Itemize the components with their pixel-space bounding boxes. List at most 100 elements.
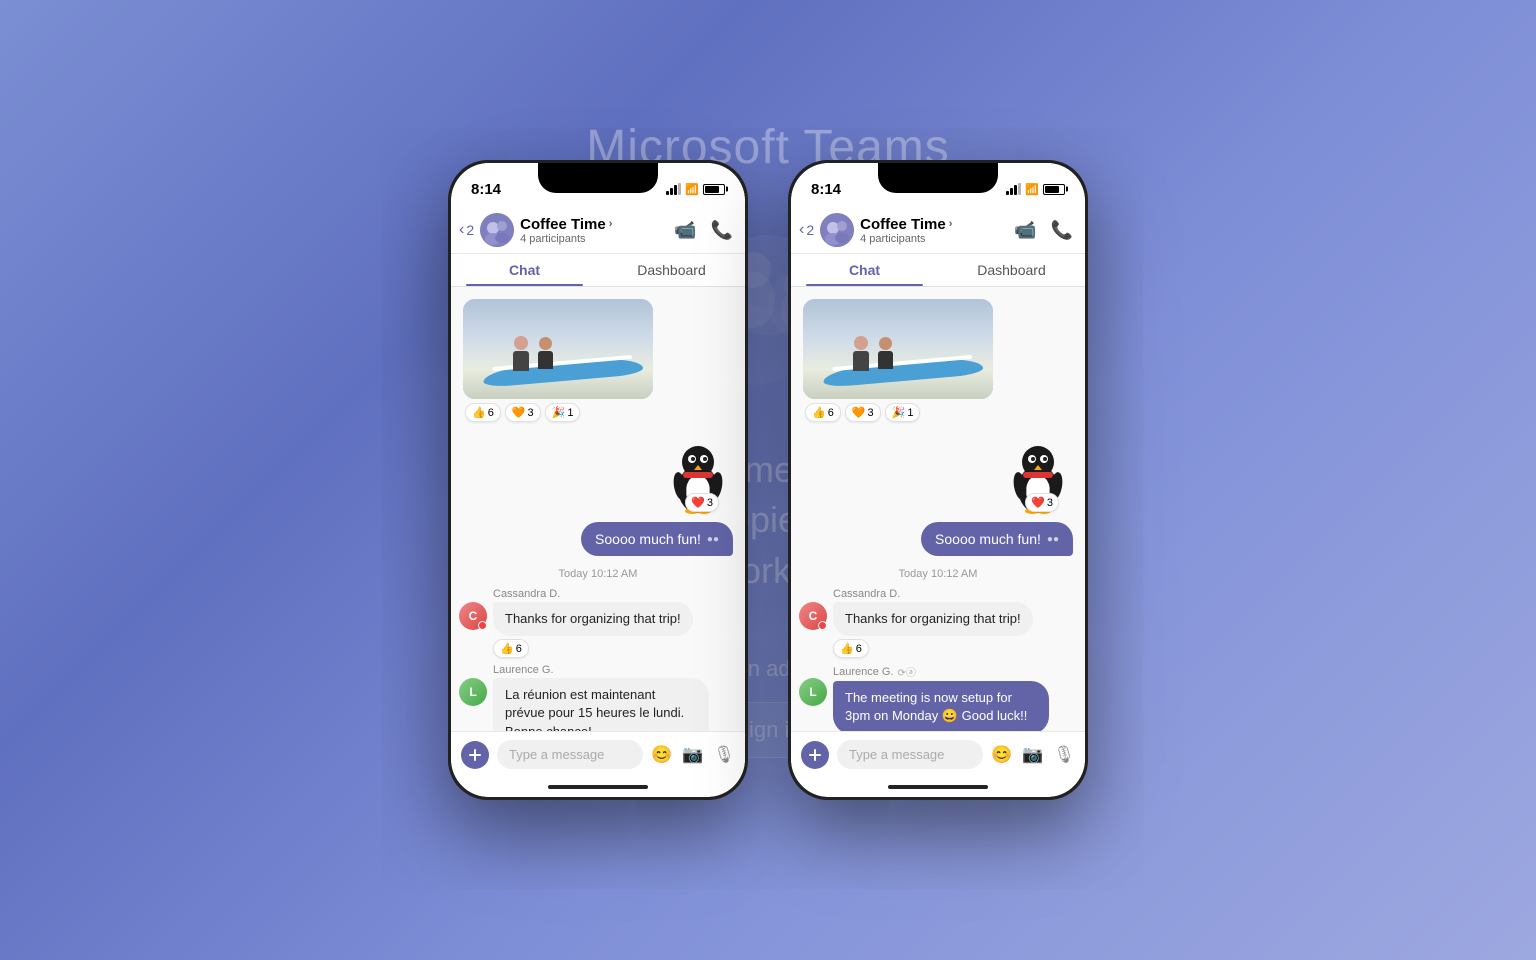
laurence-sender-right: Laurence G. ⟳ⓐ bbox=[833, 664, 1073, 679]
cassandra-reaction-left[interactable]: 👍6 bbox=[493, 639, 529, 658]
video-icon-left[interactable]: 📹 bbox=[674, 220, 696, 241]
sent-status-left: ●● bbox=[707, 534, 719, 545]
phones-container: 8:14 📶 ‹ bbox=[448, 160, 1088, 800]
back-chevron-left: ‹ bbox=[459, 221, 464, 239]
cassandra-sender-left: Cassandra D. bbox=[493, 588, 733, 600]
back-button-left[interactable]: ‹ 2 bbox=[459, 221, 474, 239]
wifi-icon-right: 📶 bbox=[1025, 183, 1039, 196]
reaction-party-left[interactable]: 🎉1 bbox=[545, 403, 581, 422]
add-button-left[interactable] bbox=[461, 741, 489, 769]
camera-icon-left[interactable]: 📷 bbox=[682, 745, 703, 765]
group-avatar-left[interactable] bbox=[480, 213, 514, 247]
input-bar-right: Type a message 😊 📷 🎙 bbox=[791, 731, 1085, 777]
laurence-msg-left: L Laurence G. La réunion est maintenant … bbox=[451, 662, 745, 731]
camera-icon-right[interactable]: 📷 bbox=[1022, 745, 1043, 765]
sticker-reaction-left[interactable]: ❤️3 bbox=[685, 493, 719, 512]
header-actions-right: 📹 📞 bbox=[1014, 220, 1073, 241]
tab-chat-right[interactable]: Chat bbox=[791, 254, 938, 286]
back-chevron-right: ‹ bbox=[799, 221, 804, 239]
emoji-icon-right[interactable]: 😊 bbox=[991, 745, 1012, 765]
cassandra-bubble-left: Thanks for organizing that trip! bbox=[493, 602, 693, 636]
header-info-left: Coffee Time › 4 participants bbox=[520, 216, 668, 245]
reaction-thumbs-left[interactable]: 👍6 bbox=[465, 403, 501, 422]
status-bar-right: 8:14 📶 bbox=[791, 163, 1085, 207]
laurence-content-left: Laurence G. La réunion est maintenant pr… bbox=[493, 664, 733, 731]
messages-left: 👍6 🧡3 🎉1 bbox=[451, 287, 745, 731]
photo-reactions-left: 👍6 🧡3 🎉1 bbox=[463, 403, 733, 422]
sticker-msg-right: ❤️3 bbox=[791, 430, 1085, 518]
group-name-left[interactable]: Coffee Time › bbox=[520, 216, 668, 233]
cassandra-content-right: Cassandra D. Thanks for organizing that … bbox=[833, 588, 1073, 658]
status-icons-left: 📶 bbox=[666, 183, 725, 196]
cassandra-msg-left: C Cassandra D. Thanks for organizing tha… bbox=[451, 586, 745, 660]
sticker-msg-left: ❤️3 bbox=[451, 430, 745, 518]
header-actions-left: 📹 📞 bbox=[674, 220, 733, 241]
cassandra-msg-right: C Cassandra D. Thanks for organizing tha… bbox=[791, 586, 1085, 660]
back-count-right: 2 bbox=[806, 222, 814, 238]
emoji-icon-left[interactable]: 😊 bbox=[651, 745, 672, 765]
phone-left-screen: 8:14 📶 ‹ bbox=[451, 163, 745, 797]
input-actions-left: 😊 📷 🎙 bbox=[651, 745, 735, 765]
input-actions-right: 😊 📷 🎙 bbox=[991, 745, 1075, 765]
laurence-bubble-right: The meeting is now setup for 3pm on Mond… bbox=[833, 681, 1049, 731]
add-button-right[interactable] bbox=[801, 741, 829, 769]
phone-right-screen: 8:14 📶 ‹ bbox=[791, 163, 1085, 797]
cassandra-sender-right: Cassandra D. bbox=[833, 588, 1073, 600]
message-input-right[interactable]: Type a message bbox=[837, 740, 983, 769]
cassandra-reaction-right[interactable]: 👍6 bbox=[833, 639, 869, 658]
participants-left: 4 participants bbox=[520, 233, 668, 245]
chat-header-right: ‹ 2 Coffee Time › bbox=[791, 207, 1085, 254]
status-time-right: 8:14 bbox=[811, 181, 841, 198]
phone-left: 8:14 📶 ‹ bbox=[448, 160, 748, 800]
laurence-avatar-right: L bbox=[799, 678, 827, 706]
sent-status-right: ●● bbox=[1047, 534, 1059, 545]
status-time-left: 8:14 bbox=[471, 181, 501, 198]
tabs-left: Chat Dashboard bbox=[451, 254, 745, 286]
reaction-heart-left[interactable]: 🧡3 bbox=[505, 403, 541, 422]
wifi-icon-left: 📶 bbox=[685, 183, 699, 196]
header-info-right: Coffee Time › 4 participants bbox=[860, 216, 1008, 245]
group-name-right[interactable]: Coffee Time › bbox=[860, 216, 1008, 233]
photo-img-right bbox=[803, 299, 993, 399]
plus-icon-left bbox=[468, 748, 482, 762]
chat-header-left: ‹ 2 Coffee Time › bbox=[451, 207, 745, 254]
phone-icon-right[interactable]: 📞 bbox=[1051, 220, 1073, 241]
input-bar-left: Type a message 😊 📷 🎙 bbox=[451, 731, 745, 777]
input-placeholder-right: Type a message bbox=[849, 747, 944, 762]
tab-chat-left[interactable]: Chat bbox=[451, 254, 598, 286]
reaction-party-right[interactable]: 🎉1 bbox=[885, 403, 921, 422]
reaction-heart-right[interactable]: 🧡3 bbox=[845, 403, 881, 422]
group-avatar-right[interactable] bbox=[820, 213, 854, 247]
photo-message-left: 👍6 🧡3 🎉1 bbox=[451, 295, 745, 426]
reaction-thumbs-right[interactable]: 👍6 bbox=[805, 403, 841, 422]
plus-icon-right bbox=[808, 748, 822, 762]
laurence-msg-right: L Laurence G. ⟳ⓐ The meeting is now setu… bbox=[791, 662, 1085, 731]
home-indicator-left bbox=[451, 777, 745, 797]
mic-icon-right[interactable]: 🎙 bbox=[1053, 745, 1075, 765]
photo-message-right: 👍6 🧡3 🎉1 bbox=[791, 295, 1085, 426]
mic-icon-left[interactable]: 🎙 bbox=[713, 745, 735, 765]
tab-dashboard-left[interactable]: Dashboard bbox=[598, 254, 745, 286]
cassandra-content-left: Cassandra D. Thanks for organizing that … bbox=[493, 588, 733, 658]
sent-bubble-left: Soooo much fun! ●● bbox=[581, 522, 733, 556]
laurence-content-right: Laurence G. ⟳ⓐ The meeting is now setup … bbox=[833, 664, 1073, 731]
video-icon-right[interactable]: 📹 bbox=[1014, 220, 1036, 241]
messages-right: 👍6 🧡3 🎉1 bbox=[791, 287, 1085, 731]
photo-reactions-right: 👍6 🧡3 🎉1 bbox=[803, 403, 1073, 422]
signal-icon-left bbox=[666, 183, 681, 195]
phone-icon-left[interactable]: 📞 bbox=[711, 220, 733, 241]
message-input-left[interactable]: Type a message bbox=[497, 740, 643, 769]
photo-img-left bbox=[463, 299, 653, 399]
input-placeholder-left: Type a message bbox=[509, 747, 604, 762]
back-button-right[interactable]: ‹ 2 bbox=[799, 221, 814, 239]
cassandra-avatar-left: C bbox=[459, 602, 487, 630]
phone-right: 8:14 📶 ‹ bbox=[788, 160, 1088, 800]
group-chevron-left: › bbox=[609, 218, 613, 230]
battery-icon-right bbox=[1043, 184, 1065, 195]
sticker-reaction-right[interactable]: ❤️3 bbox=[1025, 493, 1059, 512]
tab-dashboard-right[interactable]: Dashboard bbox=[938, 254, 1085, 286]
participants-right: 4 participants bbox=[860, 233, 1008, 245]
cassandra-bubble-right: Thanks for organizing that trip! bbox=[833, 602, 1033, 636]
laurence-bubble-left: La réunion est maintenant prévue pour 15… bbox=[493, 678, 709, 731]
status-icons-right: 📶 bbox=[1006, 183, 1065, 196]
